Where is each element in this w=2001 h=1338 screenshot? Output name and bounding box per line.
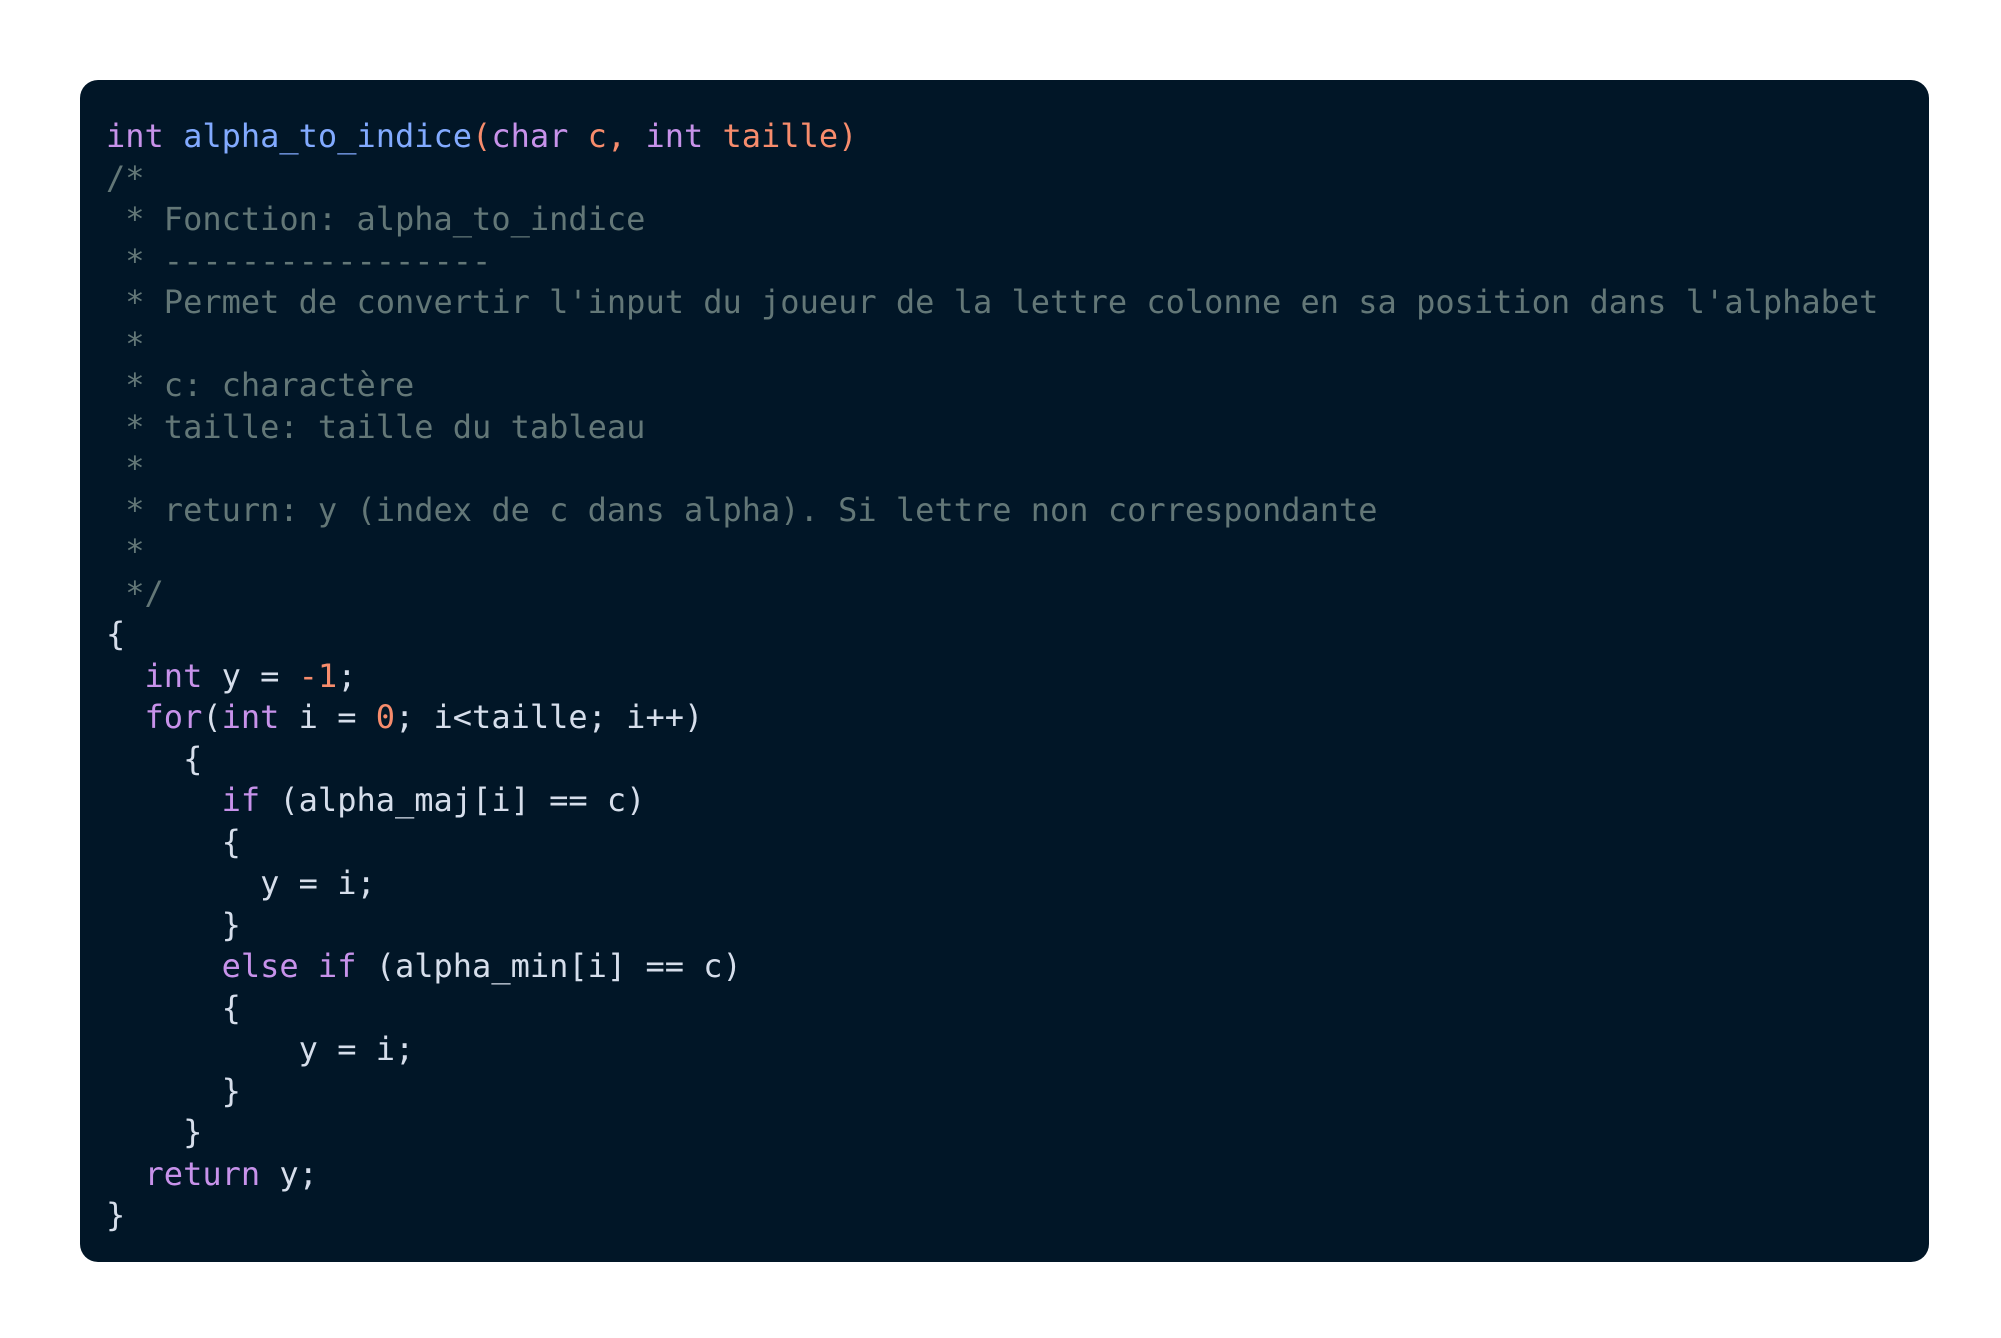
code-line: } bbox=[106, 905, 1903, 947]
code-line: else if (alpha_min[i] == c) bbox=[106, 946, 1903, 988]
code-line: { bbox=[106, 988, 1903, 1030]
code-token-keyword: for bbox=[144, 698, 203, 736]
code-line: */ bbox=[106, 573, 1903, 615]
code-line: * Fonction: alpha_to_indice bbox=[106, 199, 1903, 241]
code-token-number: -1 bbox=[298, 656, 338, 695]
code-line: } bbox=[106, 1195, 1903, 1237]
code-token-keyword: else bbox=[221, 947, 299, 985]
code-line: } bbox=[106, 1071, 1903, 1113]
code-line: /* bbox=[106, 158, 1903, 200]
code-token-keyword: int bbox=[106, 117, 164, 155]
code-token-plain: y = bbox=[202, 656, 299, 695]
code-token-plain: } bbox=[106, 1113, 203, 1151]
code-token-plain: { bbox=[106, 615, 126, 653]
code-token-comment: /* bbox=[106, 158, 145, 197]
code-token-keyword: char bbox=[491, 117, 569, 155]
code-token-comment: * return: y (index de c dans alpha). Si … bbox=[106, 490, 1378, 529]
code-token-plain: i = bbox=[279, 698, 376, 736]
code-token-keyword: return bbox=[144, 1154, 261, 1193]
code-token-comment: * c: charactère bbox=[106, 366, 415, 404]
code-token-plain: } bbox=[106, 1196, 126, 1234]
code-token-param: c, bbox=[568, 117, 646, 155]
code-line: * ----------------- bbox=[106, 241, 1903, 283]
code-token-function: alpha_to_indice bbox=[183, 117, 473, 155]
code-line: return y; bbox=[106, 1154, 1903, 1196]
code-token-plain: } bbox=[106, 905, 241, 944]
code-line: * bbox=[106, 324, 1903, 366]
code-token-plain: (alpha_min[i] == c) bbox=[356, 947, 742, 985]
code-line: if (alpha_maj[i] == c) bbox=[106, 780, 1903, 822]
code-token-plain: } bbox=[106, 1071, 241, 1110]
code-token-param: taille) bbox=[703, 117, 858, 155]
code-line: y = i; bbox=[106, 863, 1903, 905]
code-line: { bbox=[106, 739, 1903, 781]
code-token-keyword: int bbox=[144, 656, 203, 695]
code-line: { bbox=[106, 614, 1903, 656]
code-token-plain: y = i; bbox=[106, 864, 376, 902]
code-line: int alpha_to_indice(char c, int taille) bbox=[106, 116, 1903, 158]
code-line: } bbox=[106, 1112, 1903, 1154]
code-token-comment: */ bbox=[106, 573, 164, 612]
code-line: * Permet de convertir l'input du joueur … bbox=[106, 282, 1903, 324]
code-token-keyword: int bbox=[221, 698, 280, 736]
code-line: { bbox=[106, 822, 1903, 864]
code-line: int y = -1; bbox=[106, 656, 1903, 698]
code-line: * taille: taille du tableau bbox=[106, 407, 1903, 449]
code-token-plain: ; i<taille; i++) bbox=[394, 698, 704, 736]
code-token-comment: * bbox=[106, 449, 145, 487]
code-line: * bbox=[106, 448, 1903, 490]
code-token-plain: (alpha_maj[i] == c) bbox=[260, 781, 646, 819]
code-token-plain: { bbox=[106, 739, 203, 778]
code-token-plain: y = i; bbox=[106, 1030, 415, 1068]
code-token-plain: { bbox=[106, 822, 241, 861]
code-token-plain: { bbox=[106, 988, 241, 1027]
code-line: * c: charactère bbox=[106, 365, 1903, 407]
code-line: * bbox=[106, 531, 1903, 573]
code-line: for(int i = 0; i<taille; i++) bbox=[106, 697, 1903, 739]
code-token-comment: * bbox=[106, 324, 145, 363]
code-token-param: ( bbox=[472, 117, 492, 155]
code-token-comment: * Fonction: alpha_to_indice bbox=[106, 200, 646, 238]
code-token-keyword: if bbox=[317, 947, 357, 985]
code-token-comment: * bbox=[106, 532, 145, 570]
code-token-keyword: if bbox=[221, 781, 261, 819]
code-block: int alpha_to_indice(char c, int taille) /… bbox=[106, 116, 1903, 1237]
code-token-comment: * taille: taille du tableau bbox=[106, 407, 646, 446]
code-token-keyword: int bbox=[645, 117, 704, 155]
code-line: y = i; bbox=[106, 1029, 1903, 1071]
code-line: * return: y (index de c dans alpha). Si … bbox=[106, 490, 1903, 532]
code-token-plain: ; bbox=[337, 656, 357, 695]
code-editor-panel: int alpha_to_indice(char c, int taille) /… bbox=[80, 80, 1929, 1262]
code-token-plain: y; bbox=[260, 1154, 318, 1193]
code-token-comment: * Permet de convertir l'input du joueur … bbox=[106, 283, 1879, 321]
code-token-plain: ( bbox=[202, 698, 222, 736]
code-token-number: 0 bbox=[375, 698, 395, 736]
code-token-comment: * ----------------- bbox=[106, 241, 492, 280]
